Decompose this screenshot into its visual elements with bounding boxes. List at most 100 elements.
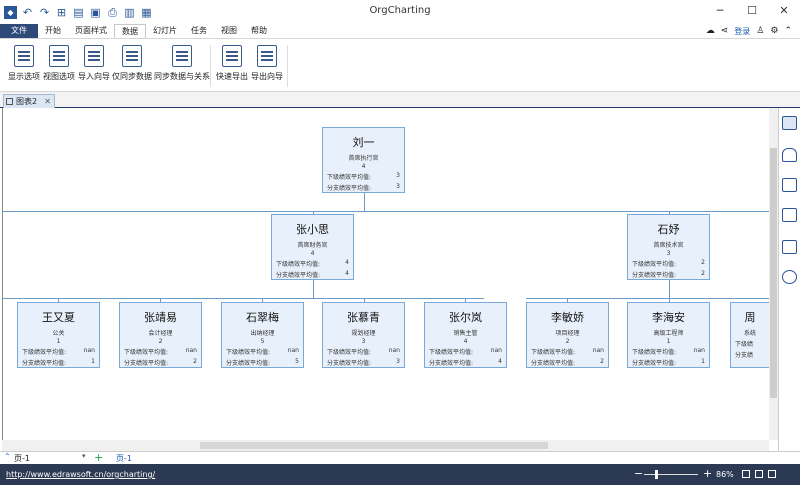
node-row: 下级绩效平均值: 4 xyxy=(272,259,353,268)
node-title: 高级工程师 xyxy=(653,330,684,337)
share-icon[interactable]: ⋖ xyxy=(721,26,729,36)
cloud-icon[interactable]: ☁ xyxy=(706,26,715,36)
menu-help[interactable]: 帮助 xyxy=(244,24,274,38)
fullscreen-icon[interactable] xyxy=(768,470,776,478)
row-label: 下级绩效平均值: xyxy=(327,174,372,181)
org-node[interactable]: 张慕青 规划经理 3 下级绩效平均值: nan 分支绩效平均值: 3 xyxy=(322,302,405,368)
page-nav-up-icon[interactable]: ⌃ xyxy=(4,452,11,461)
display-options-button[interactable]: 显示选项 xyxy=(8,45,40,82)
hierarchy-panel-icon[interactable] xyxy=(782,240,797,254)
zoom-slider-handle[interactable] xyxy=(655,470,658,479)
menu-data[interactable]: 数据 xyxy=(114,24,146,38)
org-node-cfo[interactable]: 张小思 首席财务官 4 下级绩效平均值: 4 分支绩效平均值: 4 xyxy=(271,214,354,280)
row-value: nan xyxy=(83,347,95,354)
list-panel-icon[interactable] xyxy=(782,178,797,192)
fit-width-icon[interactable] xyxy=(755,470,763,478)
org-node[interactable]: 张靖易 会计经理 2 下级绩效平均值: nan 分支绩效平均值: 2 xyxy=(119,302,202,368)
row-label: 分支绩效平均值: xyxy=(429,360,474,367)
close-button[interactable]: ✕ xyxy=(768,0,800,22)
chart-canvas[interactable]: 刘一 首席执行官 4 下级绩效平均值: 3 分支绩效平均值: 3 张小思 首席财务官… xyxy=(2,108,769,440)
org-node[interactable]: 张尔岚 销售主管 4 下级绩效平均值: nan 分支绩效平均值: 4 xyxy=(424,302,507,368)
node-row: 下级绩效平均值: nan xyxy=(323,347,404,356)
login-link[interactable]: 登录 xyxy=(734,26,750,37)
properties-panel-icon[interactable] xyxy=(782,116,797,130)
document-page-icon xyxy=(6,98,13,105)
org-node-partial[interactable]: 周 系统 下级绩 分支绩 xyxy=(730,302,769,368)
website-link[interactable]: http://www.edrawsoft.cn/orgcharting/ xyxy=(6,470,155,479)
row-value: 1 xyxy=(91,358,95,365)
zoom-in-icon[interactable]: + xyxy=(703,467,712,480)
menu-slides[interactable]: 幻灯片 xyxy=(146,24,184,38)
menu-start[interactable]: 开始 xyxy=(38,24,68,38)
sync-data-only-button[interactable]: 仅同步数据 xyxy=(112,45,152,82)
node-row: 下级绩效平均值: nan xyxy=(18,347,99,356)
minimize-button[interactable]: ─ xyxy=(704,0,736,22)
row-value: nan xyxy=(388,347,400,354)
node-title: 公关 xyxy=(52,330,65,337)
zoom-out-icon[interactable]: − xyxy=(634,467,643,480)
import-wizard-button[interactable]: 导入向导 xyxy=(78,45,110,82)
node-count: 1 xyxy=(56,338,61,345)
node-name: 李海安 xyxy=(652,311,685,324)
row-value: nan xyxy=(185,347,197,354)
collapse-ribbon-icon[interactable]: ⌃ xyxy=(784,26,792,36)
maximize-button[interactable]: ☐ xyxy=(736,0,768,22)
connector-line xyxy=(3,298,484,299)
quick-export-button[interactable]: 快速导出 xyxy=(216,45,248,82)
search-panel-icon[interactable] xyxy=(782,270,797,284)
view-options-button[interactable]: 视图选项 xyxy=(43,45,75,82)
node-name: 张小思 xyxy=(296,223,329,236)
add-page-icon[interactable]: + xyxy=(94,451,103,464)
node-count: 5 xyxy=(260,338,265,345)
page-selector[interactable]: 页-1 xyxy=(14,453,30,464)
org-node[interactable]: 李敏娇 项目经理 2 下级绩效平均值: nan 分支绩效平均值: 2 xyxy=(526,302,609,368)
export-wizard-icon xyxy=(257,45,277,67)
title-bar: ◆ ↶ ↷ ⊞ ▤ ▣ ⎙ ▥ ▦ OrgCharting ─ ☐ ✕ xyxy=(0,0,800,24)
vertical-scrollbar[interactable] xyxy=(769,108,778,440)
document-tab[interactable]: 图表2 ✕ xyxy=(3,94,55,108)
document-tab-label: 图表2 xyxy=(16,97,38,106)
node-row: 下级绩效平均值: nan xyxy=(425,347,506,356)
header-right-tools: ☁ ⋖ 登录 ♙ ⚙ ⌃ xyxy=(706,24,792,38)
org-node-ceo[interactable]: 刘一 首席执行官 4 下级绩效平均值: 3 分支绩效平均值: 3 xyxy=(322,127,405,193)
menu-tasks[interactable]: 任务 xyxy=(184,24,214,38)
node-count: 4 xyxy=(310,250,315,257)
settings-icon[interactable]: ⚙ xyxy=(770,26,778,36)
sync-data-relations-button[interactable]: 同步数据与关系 xyxy=(154,45,210,82)
menu-view[interactable]: 视图 xyxy=(214,24,244,38)
node-name: 石翠梅 xyxy=(246,311,279,324)
org-node[interactable]: 李海安 高级工程师 1 下级绩效平均值: nan 分支绩效平均值: 1 xyxy=(627,302,710,368)
display-options-icon xyxy=(14,45,34,67)
row-label: 分支绩效平均值: xyxy=(226,360,271,367)
view-options-label: 视图选项 xyxy=(43,72,75,81)
shirt-icon[interactable]: ♙ xyxy=(756,26,764,36)
close-tab-icon[interactable]: ✕ xyxy=(44,95,51,108)
row-value: 2 xyxy=(701,259,705,266)
horizontal-scroll-thumb[interactable] xyxy=(200,442,548,449)
style-brush-icon[interactable] xyxy=(782,148,797,162)
connector-line xyxy=(669,280,670,298)
row-label: 分支绩 xyxy=(735,352,754,359)
menu-file[interactable]: 文件 xyxy=(0,24,38,38)
row-value: 5 xyxy=(295,358,299,365)
node-name: 张靖易 xyxy=(144,311,177,324)
vertical-scroll-thumb[interactable] xyxy=(770,148,777,398)
page-tab[interactable]: 页-1 xyxy=(116,453,132,464)
node-name: 王又夏 xyxy=(42,311,75,324)
row-value: 3 xyxy=(396,358,400,365)
node-count: 2 xyxy=(565,338,570,345)
org-node[interactable]: 王又夏 公关 1 下级绩效平均值: nan 分支绩效平均值: 1 xyxy=(17,302,100,368)
zoom-slider[interactable] xyxy=(644,470,698,479)
export-wizard-button[interactable]: 导出向导 xyxy=(251,45,283,82)
sync-relations-icon xyxy=(172,45,192,67)
org-node-cto[interactable]: 石妤 首席技术官 3 下级绩效平均值: 2 分支绩效平均值: 2 xyxy=(627,214,710,280)
fit-page-icon[interactable] xyxy=(742,470,750,478)
org-node[interactable]: 石翠梅 出纳经理 5 下级绩效平均值: nan 分支绩效平均值: 5 xyxy=(221,302,304,368)
table-panel-icon[interactable] xyxy=(782,208,797,222)
horizontal-scrollbar[interactable] xyxy=(2,440,769,451)
row-value: 4 xyxy=(345,270,349,277)
menu-page-style[interactable]: 页面样式 xyxy=(68,24,114,38)
node-count: 2 xyxy=(158,338,163,345)
row-value: 4 xyxy=(498,358,502,365)
page-dropdown-icon[interactable]: ▾ xyxy=(82,452,86,460)
